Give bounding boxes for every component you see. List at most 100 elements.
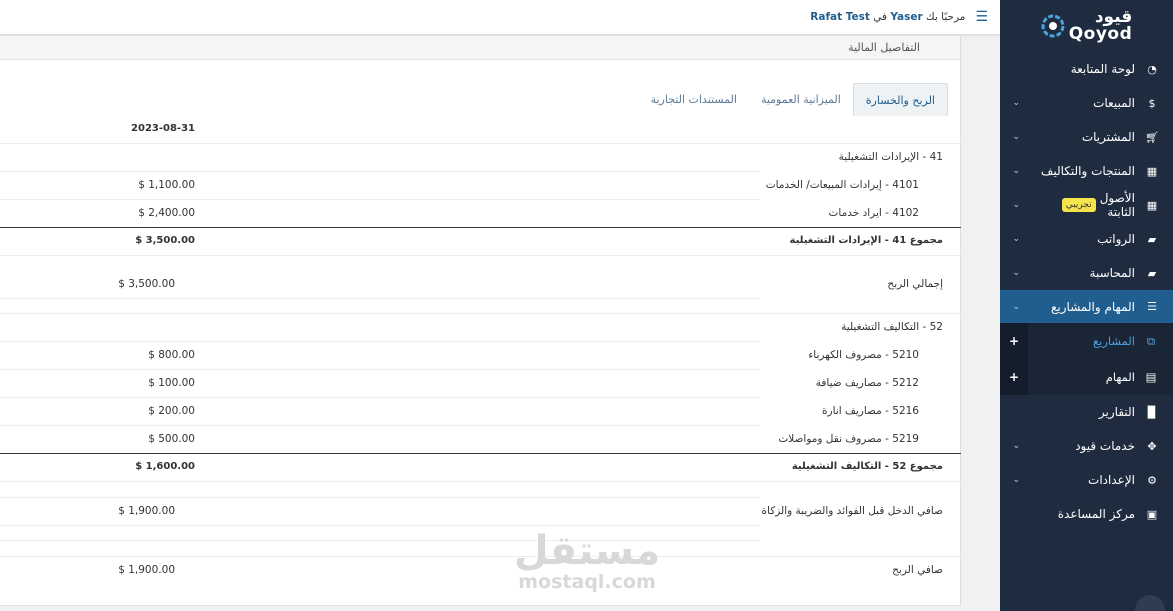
cart-icon: 🛒︎ [1145, 130, 1159, 144]
sidebar-subitem-label: المشاريع [1093, 334, 1135, 348]
sidebar-item-label: المحاسبة [1089, 266, 1135, 280]
sidebar-item-label: الرواتب [1097, 232, 1135, 246]
sidebar-item-label: لوحة المتابعة [1070, 62, 1135, 76]
welcome-in: في [873, 11, 888, 23]
chevron-down-icon: ⌄ [1012, 132, 1020, 142]
sidebar-item-label: الإعدادات [1088, 473, 1135, 487]
logo-english: Qoyod [1068, 24, 1133, 44]
tab-balance-sheet[interactable]: الميزانية العمومية [749, 83, 853, 116]
sidebar-item-sales[interactable]: $ المبيعات ⌄ [1000, 86, 1173, 120]
row-amount: $ 800.00 [148, 349, 195, 361]
row-amount: $ 1,600.00 [135, 461, 195, 472]
sidebar-item-qoyod-services[interactable]: ✥ خدمات قيود ⌄ [1000, 429, 1173, 463]
sidebar-item-dashboard[interactable]: ◔ لوحة المتابعة [1000, 52, 1173, 86]
sidebar-item-payroll[interactable]: ▰ الرواتب ⌄ [1000, 222, 1173, 256]
table-row: مجموع 41 - الإيرادات التشغيلية $ 3,500.0… [0, 227, 961, 255]
table-row: 5210 - مصروف الكهرباء $ 800.00 [0, 341, 961, 369]
table-row: 4101 - إيرادات المبيعات/ الخدمات $ 1,100… [0, 171, 961, 199]
top-bar: ☰ مرحبًا بك Yaser في Rafat Test [0, 0, 1000, 35]
chevron-down-icon: ⌄ [1012, 475, 1020, 485]
row-amount: $ 100.00 [148, 377, 195, 389]
qoyod-logo[interactable]: قيود Qoyod [1000, 0, 1173, 52]
sidebar-item-reports[interactable]: ▉ التقارير [1000, 395, 1173, 429]
chat-bubble-button[interactable] [1135, 595, 1165, 611]
sidebar-item-products[interactable]: ▦ المنتجات والتكاليف ⌄ [1000, 154, 1173, 188]
welcome-prefix: مرحبًا بك [926, 11, 966, 23]
watermark-url: mostaql.com [518, 571, 656, 593]
grid-icon: ▦ [1146, 198, 1158, 212]
folder-icon: ▰ [1147, 232, 1157, 246]
sidebar-item-fixed-assets[interactable]: ▦ الأصول الثابتة تجريبي ⌄ [1000, 188, 1173, 222]
table-row: 5212 - مصاريف ضيافة $ 100.00 [0, 369, 961, 397]
chevron-down-icon: ⌄ [1012, 166, 1020, 176]
panel-title: التفاصيل المالية [848, 41, 920, 54]
sidebar-item-tasks-projects[interactable]: ☰ المهام والمشاريع ⌄ [1000, 290, 1173, 323]
sidebar-item-purchases[interactable]: 🛒︎ المشتريات ⌄ [1000, 120, 1173, 154]
sitemap-icon: ⧉ [1146, 333, 1156, 348]
row-label: 5219 - مصروف نقل ومواصلات [778, 433, 919, 445]
row-amount: $ 3,500.00 [118, 278, 175, 290]
company-name[interactable]: Rafat Test [810, 11, 870, 23]
chevron-down-icon: ⌄ [1012, 441, 1020, 451]
calendar-icon: ▣ [1146, 507, 1158, 521]
logo-text: قيود Qoyod [1069, 9, 1133, 43]
add-project-button[interactable]: + [1000, 323, 1028, 359]
chevron-down-icon: ⌄ [1012, 98, 1020, 108]
row-label: 4102 - ايراد خدمات [828, 207, 919, 219]
row-amount: $ 3,500.00 [135, 235, 195, 246]
sidebar-item-settings[interactable]: ⚙ الإعدادات ⌄ [1000, 463, 1173, 497]
mostaql-watermark: مستقل mostaql.com [512, 530, 662, 592]
sidebar-item-label: المبيعات [1093, 96, 1135, 110]
sidebar-item-accounting[interactable]: ▰ المحاسبة ⌄ [1000, 256, 1173, 290]
dashboard-icon: ◔ [1147, 62, 1157, 76]
row-label: 52 - التكاليف التشغيلية [841, 321, 943, 333]
row-amount: $ 1,100.00 [138, 179, 195, 191]
sidebar-subitem-projects[interactable]: ⧉ المشاريع [1028, 323, 1173, 359]
sidebar-item-label: خدمات قيود [1075, 439, 1135, 453]
row-label: إجمالي الربح [887, 278, 943, 290]
row-label: 5210 - مصروف الكهرباء [808, 349, 919, 361]
sidebar-item-label: التقارير [1098, 405, 1135, 419]
row-label: مجموع 41 - الإيرادات التشغيلية [789, 235, 944, 246]
table-row: 4102 - ايراد خدمات $ 2,400.00 [0, 199, 961, 227]
add-task-button[interactable]: + [1000, 359, 1028, 395]
list-icon: ☰ [1147, 300, 1157, 313]
dollar-icon: $ [1148, 96, 1156, 110]
gear-icon: ⚙ [1147, 473, 1157, 487]
sidebar-item-label: مركز المساعدة [1057, 507, 1135, 521]
sidebar-item-label: المشتريات [1081, 130, 1135, 144]
row-label: 5216 - مصاريف انارة [822, 405, 919, 417]
sidebar-item-label: الأصول الثابتة [1099, 191, 1135, 219]
sidebar-item-help-center[interactable]: ▣ مركز المساعدة [1000, 497, 1173, 531]
row-label: صافي الربح [892, 564, 943, 576]
date-header: 2023-08-31 [131, 123, 195, 134]
row-amount: $ 500.00 [148, 433, 195, 445]
table-row: 5219 - مصروف نقل ومواصلات $ 500.00 [0, 425, 961, 453]
sidebar-item-label: المنتجات والتكاليف [1040, 164, 1135, 178]
row-amount: $ 1,900.00 [118, 505, 175, 517]
row-label: 4101 - إيرادات المبيعات/ الخدمات [765, 179, 919, 191]
chevron-down-icon: ⌄ [1012, 200, 1020, 210]
tasks-projects-submenu: ⧉ المشاريع ▤ المهام + + [1000, 323, 1173, 395]
tab-profit-loss[interactable]: الربح والخسارة [852, 83, 948, 116]
report-tabs: الربح والخسارة الميزانية العمومية المستن… [639, 83, 948, 116]
table-row: 41 - الإيرادات التشغيلية [0, 143, 961, 171]
financial-details-panel: التفاصيل المالية الربح والخسارة الميزاني… [0, 35, 961, 606]
grid-icon: ▦ [1146, 164, 1158, 178]
table-row: 52 - التكاليف التشغيلية [0, 313, 961, 341]
row-label: 5212 - مصاريف ضيافة [815, 377, 919, 389]
sidebar-subitem-label: المهام [1105, 370, 1135, 384]
row-amount: $ 1,900.00 [118, 564, 175, 576]
table-row: مجموع 52 - التكاليف التشغيلية $ 1,600.00 [0, 453, 961, 481]
user-name[interactable]: Yaser [890, 11, 922, 23]
hamburger-menu-icon[interactable]: ☰ [975, 9, 988, 25]
table-row: 5216 - مصاريف انارة $ 200.00 [0, 397, 961, 425]
tab-commercial-documents[interactable]: المستندات التجارية [639, 83, 749, 116]
row-amount: $ 2,400.00 [138, 207, 195, 219]
table-row: إجمالي الربح $ 3,500.00 [0, 270, 961, 298]
file-icon: ▉ [1147, 405, 1157, 419]
sidebar: قيود Qoyod ◔ لوحة المتابعة $ المبيعات ⌄ … [1000, 0, 1173, 611]
sidebar-subitem-tasks[interactable]: ▤ المهام [1028, 359, 1173, 395]
date-header-row: 2023-08-31 [0, 115, 961, 143]
chevron-down-icon: ⌄ [1012, 268, 1020, 278]
